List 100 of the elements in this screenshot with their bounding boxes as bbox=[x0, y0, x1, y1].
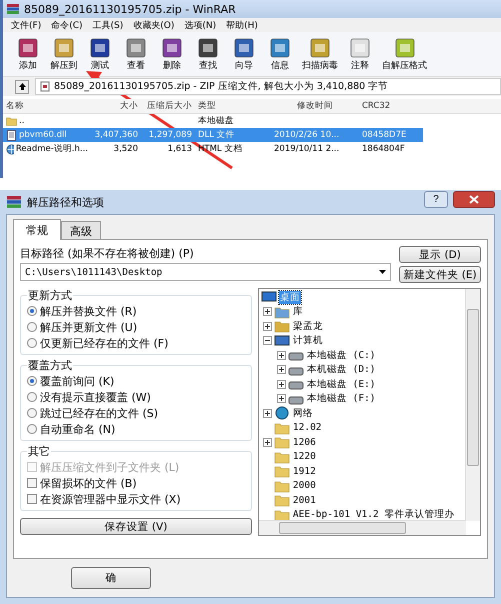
box-icon bbox=[392, 36, 416, 58]
column-header[interactable]: 类型 bbox=[195, 100, 271, 112]
tree-item[interactable]: 计算机 bbox=[292, 334, 324, 348]
path-label: 目标路径 (如果不存在将被创建) (P) bbox=[20, 246, 195, 261]
table-cell-text: 1864804F bbox=[361, 144, 406, 154]
folder-icon bbox=[274, 435, 290, 450]
checkbox[interactable] bbox=[27, 494, 37, 504]
expand-toggle[interactable] bbox=[262, 322, 272, 331]
file-name: pbvm60.dll bbox=[19, 130, 67, 140]
tree-item[interactable]: 库 bbox=[292, 305, 304, 318]
radio-button[interactable] bbox=[27, 424, 37, 434]
box-icon bbox=[160, 36, 184, 58]
dialog-button[interactable]: 新建文件夹 (E) bbox=[399, 266, 481, 283]
menu-item[interactable]: 命令(C) bbox=[51, 18, 83, 32]
menu-item[interactable]: 工具(S) bbox=[92, 18, 124, 32]
tree-item[interactable]: 网络 bbox=[292, 406, 314, 420]
checkbox[interactable] bbox=[27, 478, 37, 488]
box-icon bbox=[232, 36, 256, 58]
tree-item[interactable]: 本地磁盘 (C:) bbox=[306, 348, 377, 362]
vertical-scrollbar[interactable] bbox=[465, 289, 480, 521]
radio-button[interactable] bbox=[27, 376, 37, 386]
tree-item[interactable]: 1912 bbox=[292, 464, 317, 478]
network-icon bbox=[274, 406, 290, 420]
column-header[interactable]: 压缩后大小 bbox=[141, 100, 195, 112]
option-label: 解压并更新文件 (U) bbox=[40, 320, 138, 334]
tree-item[interactable]: 1220 bbox=[292, 450, 317, 464]
column-header[interactable]: 大小 bbox=[91, 100, 141, 112]
tab[interactable]: 常规 bbox=[13, 219, 61, 240]
toolbar-button[interactable]: 测试 bbox=[83, 36, 117, 72]
expand-toggle[interactable] bbox=[262, 438, 272, 447]
window-title: 85089_20161130195705.zip - WinRAR bbox=[24, 2, 236, 16]
help-button[interactable]: ? bbox=[424, 190, 448, 208]
toolbar-button[interactable]: 注释 bbox=[343, 36, 377, 72]
expand-toggle[interactable] bbox=[276, 365, 286, 374]
library-icon bbox=[274, 304, 290, 319]
close-icon bbox=[469, 194, 479, 204]
expand-toggle[interactable] bbox=[276, 394, 286, 404]
menu-item[interactable]: 选项(N) bbox=[184, 18, 216, 32]
toolbar-button[interactable]: 扫描病毒 bbox=[299, 36, 341, 72]
toolbar-button[interactable]: 查看 bbox=[119, 36, 153, 72]
up-button[interactable] bbox=[15, 80, 29, 94]
toolbar-button[interactable]: 信息 bbox=[263, 36, 297, 72]
expand-toggle[interactable] bbox=[262, 408, 272, 418]
table-cell-text: 2019/10/11 2... bbox=[273, 144, 340, 154]
expand-toggle[interactable] bbox=[276, 350, 286, 360]
toolbar-button[interactable]: 添加 bbox=[11, 36, 45, 72]
option-label: 保留损坏的文件 (B) bbox=[40, 476, 137, 490]
dialog-title: 解压路径和选项 bbox=[27, 194, 105, 210]
column-header[interactable]: 名称 bbox=[3, 100, 91, 112]
radio-button[interactable] bbox=[27, 322, 37, 332]
radio-button[interactable] bbox=[27, 338, 37, 348]
folder-icon bbox=[274, 493, 290, 508]
folder-icon bbox=[274, 420, 290, 435]
expand-toggle[interactable] bbox=[276, 380, 286, 389]
radio-button[interactable] bbox=[27, 408, 37, 418]
file-name: Readme-说明.h... bbox=[16, 143, 88, 155]
tree-item[interactable]: 本机磁盘 (D:) bbox=[306, 363, 377, 376]
column-header[interactable]: CRC32 bbox=[359, 101, 415, 111]
radio-button[interactable] bbox=[27, 392, 37, 402]
toolbar-button[interactable]: 查找 bbox=[191, 36, 225, 72]
horizontal-scrollbar[interactable] bbox=[258, 520, 466, 535]
dialog-button[interactable]: 显示 (D) bbox=[399, 246, 481, 263]
tree-item[interactable]: 1206 bbox=[292, 436, 317, 449]
option-label: 跳过已经存在的文件 (S) bbox=[40, 406, 158, 420]
ok-button[interactable]: 确 bbox=[71, 567, 151, 589]
box-icon bbox=[268, 36, 292, 58]
option-label: 解压并替换文件 (R) bbox=[40, 304, 137, 318]
folder-icon bbox=[274, 464, 290, 478]
menu-item[interactable]: 帮助(H) bbox=[226, 18, 258, 32]
table-cell-text: 3,407,360 bbox=[94, 130, 139, 140]
tree-item[interactable]: 本地磁盘 (F:) bbox=[306, 392, 377, 406]
expand-toggle[interactable] bbox=[262, 307, 272, 316]
menu-item[interactable]: 收藏夹(O) bbox=[133, 18, 174, 32]
globe-icon bbox=[6, 144, 14, 154]
toolbar-button[interactable]: 自解压格式 bbox=[379, 36, 430, 72]
toolbar-button[interactable]: 向导 bbox=[227, 36, 261, 72]
column-header[interactable]: 修改时间 bbox=[271, 100, 359, 112]
radio-button[interactable] bbox=[27, 306, 37, 316]
path-dropdown[interactable]: C:\Users\1011143\Desktop bbox=[20, 263, 391, 281]
computer-icon bbox=[274, 334, 290, 348]
folder-icon bbox=[274, 508, 290, 522]
user-icon bbox=[274, 319, 290, 334]
group-title: 更新方式 bbox=[27, 288, 73, 303]
option-label: 没有提示直接覆盖 (W) bbox=[40, 390, 151, 404]
toolbar-button[interactable]: 解压到 bbox=[47, 36, 81, 72]
tree-item[interactable]: 2000 bbox=[292, 479, 317, 492]
file-row[interactable]: .. 本地磁盘 bbox=[3, 114, 501, 128]
tree-item[interactable]: 梁孟龙 bbox=[292, 320, 324, 333]
menu-item[interactable]: 文件(F) bbox=[11, 18, 42, 32]
tree-item[interactable]: 本地磁盘 (E:) bbox=[306, 378, 377, 391]
expand-toggle[interactable] bbox=[262, 336, 272, 346]
tree-item[interactable]: 2001 bbox=[292, 494, 317, 507]
toolbar-button[interactable]: 删除 bbox=[155, 36, 189, 72]
save-settings-button[interactable]: 保存设置 (V) bbox=[20, 518, 252, 535]
archive-icon bbox=[40, 81, 50, 92]
folder-icon bbox=[274, 450, 290, 464]
close-button[interactable] bbox=[453, 190, 495, 208]
tab[interactable]: 高级 bbox=[61, 221, 101, 239]
tree-item[interactable]: AEE-bp-101 V1.2 零件承认管理办 bbox=[292, 508, 456, 522]
tree-item[interactable]: 12.02 bbox=[292, 421, 323, 434]
